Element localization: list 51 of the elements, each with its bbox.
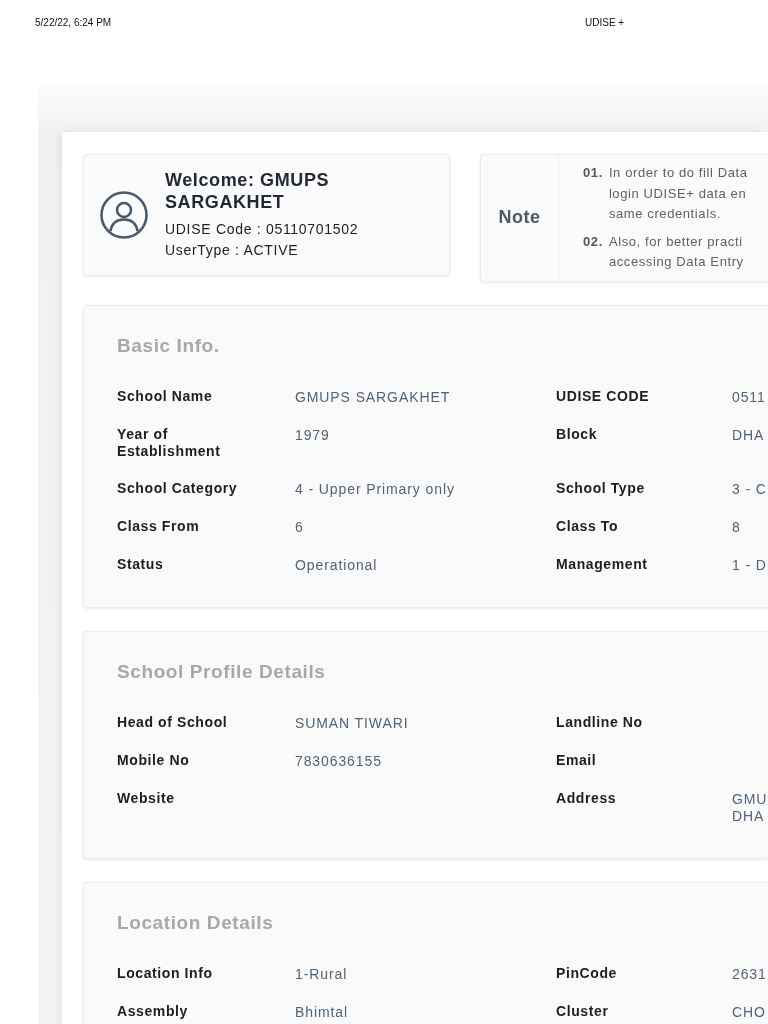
field-label: Address xyxy=(556,789,618,808)
field-label: Website xyxy=(117,789,176,808)
note-text: In order to do fill Data login UDISE+ data en same credentials. xyxy=(608,164,748,223)
field-value: 0511 xyxy=(732,387,767,406)
field-label: Year of Establishment xyxy=(117,425,222,460)
section-title: School Profile Details xyxy=(117,660,327,683)
note-number: 01. xyxy=(583,164,603,182)
field-value: DHA xyxy=(732,425,766,445)
field-value: 1-Rural xyxy=(295,964,349,983)
field-label: Mobile No xyxy=(117,751,191,770)
note-text: Also, for better practi accessing Data Entry xyxy=(608,232,744,271)
field-value: 4 - Upper Primary only xyxy=(295,479,456,498)
field-label: Block xyxy=(556,425,599,444)
field-value: 1 - D xyxy=(732,555,768,574)
field-value: GMUPS SARGAKHET xyxy=(295,387,452,406)
user-type-text: UserType : ACTIVE xyxy=(165,241,300,260)
field-value: GMU DHA xyxy=(732,789,768,825)
note-heading: Note xyxy=(498,207,541,229)
field-label: Assembly xyxy=(117,1002,189,1021)
field-value: Bhimtal xyxy=(295,1002,349,1021)
field-label: Email xyxy=(556,751,598,770)
field-label: Class From xyxy=(117,517,201,536)
field-value: Operational xyxy=(295,555,379,574)
print-title: UDISE + xyxy=(585,17,626,29)
field-value: SUMAN TIWARI xyxy=(295,713,410,732)
field-label: School Type xyxy=(556,479,646,498)
field-value: CHO xyxy=(732,1002,767,1021)
field-value: 1979 xyxy=(295,425,331,445)
field-value: 7830636155 xyxy=(295,751,383,770)
welcome-title: Welcome: GMUPS SARGAKHET xyxy=(165,169,331,213)
field-value: 2631 xyxy=(732,964,768,983)
field-label: Head of School xyxy=(117,713,229,732)
field-label: Status xyxy=(117,555,165,574)
section-title: Location Details xyxy=(117,911,275,934)
user-avatar-icon xyxy=(100,191,148,239)
field-value: 3 - C xyxy=(732,479,768,498)
udise-code-text: UDISE Code : 05110701502 xyxy=(165,220,360,239)
field-label: School Category xyxy=(117,479,239,498)
field-label: PinCode xyxy=(556,964,618,983)
field-label: Location Info xyxy=(117,964,214,983)
field-label: School Name xyxy=(117,387,214,406)
field-value: 6 xyxy=(295,517,305,536)
field-label: UDISE CODE xyxy=(556,387,651,406)
field-label: Class To xyxy=(556,517,620,536)
print-date: 5/22/22, 6:24 PM xyxy=(35,17,113,29)
field-label: Cluster xyxy=(556,1002,610,1021)
field-label: Landline No xyxy=(556,713,644,732)
note-number: 02. xyxy=(583,232,603,251)
section-title: Basic Info. xyxy=(117,334,221,357)
field-label: Management xyxy=(556,555,649,574)
field-value: 8 xyxy=(732,517,742,536)
